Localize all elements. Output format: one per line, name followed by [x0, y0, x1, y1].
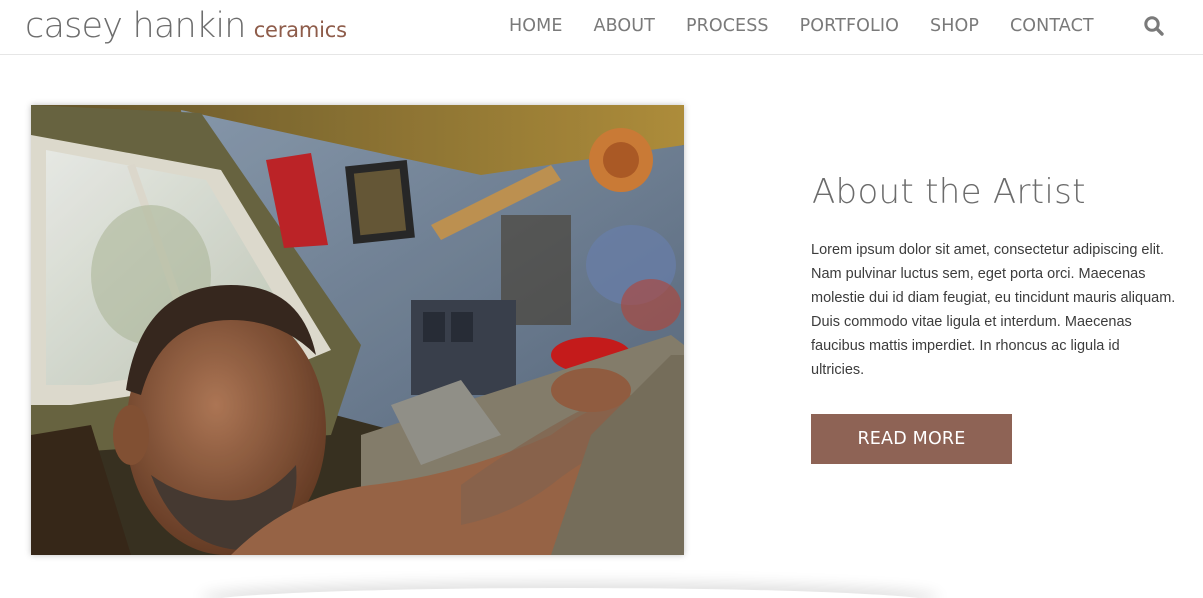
logo-name: casey hankin [25, 6, 246, 46]
nav-item-portfolio[interactable]: PORTFOLIO [800, 15, 899, 37]
nav-item-home[interactable]: HOME [509, 15, 563, 37]
site-header: casey hankin ceramics HOME ABOUT PROCESS… [0, 0, 1203, 55]
about-section: About the Artist Lorem ipsum dolor sit a… [811, 172, 1181, 382]
nav-item-shop[interactable]: SHOP [930, 15, 979, 37]
logo-subtitle: ceramics [253, 18, 347, 42]
nav-item-contact[interactable]: CONTACT [1010, 15, 1094, 37]
search-icon[interactable] [1143, 15, 1165, 37]
main-nav: HOME ABOUT PROCESS PORTFOLIO SHOP CONTAC… [509, 15, 1094, 37]
nav-item-process[interactable]: PROCESS [686, 15, 769, 37]
artist-photo [31, 105, 684, 555]
nav-item-about[interactable]: ABOUT [594, 15, 655, 37]
read-more-button[interactable]: READ MORE [811, 414, 1012, 464]
next-section-edge [200, 588, 940, 598]
about-body: Lorem ipsum dolor sit amet, consectetur … [811, 242, 1176, 378]
about-heading: About the Artist [812, 172, 1086, 212]
site-logo[interactable]: casey hankin ceramics [25, 6, 347, 46]
